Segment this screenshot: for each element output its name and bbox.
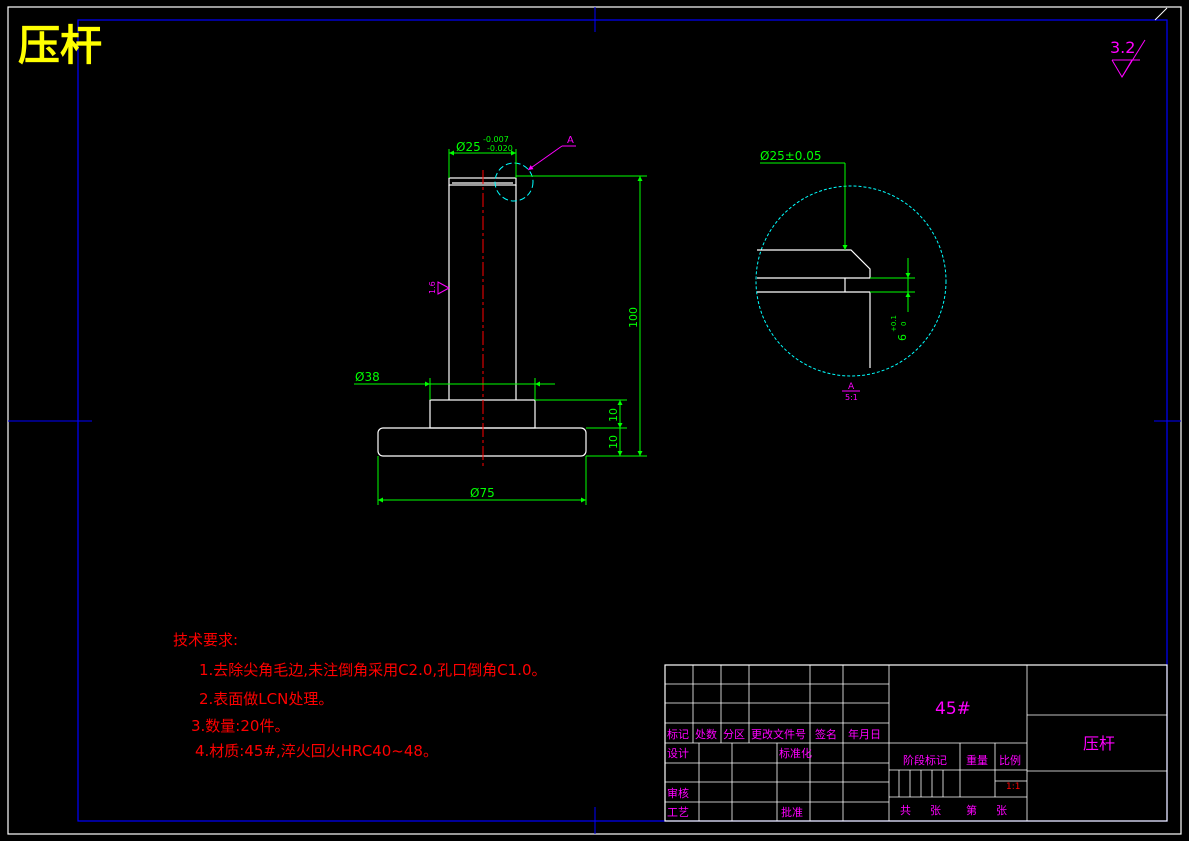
main-view-part-outline <box>377 177 587 457</box>
svg-text:处数: 处数 <box>695 728 717 741</box>
svg-text:共: 共 <box>900 804 911 817</box>
svg-text:10: 10 <box>607 435 620 449</box>
svg-text:Ø75: Ø75 <box>470 486 495 500</box>
title-block-part-name: 压杆 <box>1083 734 1115 753</box>
svg-text:0: 0 <box>900 322 908 326</box>
svg-text:张: 张 <box>996 804 1007 817</box>
technical-requirements: 技术要求: 1.去除尖角毛边,未注倒角采用C2.0,孔口倒角C1.0。 2.表面… <box>173 631 547 760</box>
svg-text:1.6: 1.6 <box>428 281 437 294</box>
svg-text:分区: 分区 <box>723 728 745 741</box>
svg-text:年月日: 年月日 <box>848 727 881 741</box>
svg-text:设计: 设计 <box>667 747 689 760</box>
tech-note-1: 1.去除尖角毛边,未注倒角采用C2.0,孔口倒角C1.0。 <box>199 661 547 679</box>
svg-text:-0.007: -0.007 <box>483 135 509 144</box>
tech-note-3: 3.数量:20件。 <box>191 717 289 735</box>
svg-text:Ø38: Ø38 <box>355 370 380 384</box>
svg-text:100: 100 <box>627 307 640 328</box>
svg-text:比例: 比例 <box>999 753 1021 767</box>
svg-text:A: A <box>567 135 574 146</box>
dim-flange-diameter: Ø38 <box>354 370 555 400</box>
detail-ref-circle <box>494 162 534 202</box>
title-block: 标记 处数 分区 更改文件号 签名 年月日 设计 标准化 审核 工艺 批准 阶段… <box>664 664 1168 822</box>
dim-total-height: 100 <box>516 175 647 457</box>
roughness-symbol-local: 1.6 <box>428 281 450 295</box>
svg-text:10: 10 <box>607 408 620 422</box>
tech-note-2: 2.表面做LCN处理。 <box>199 690 333 708</box>
svg-text:+0.1: +0.1 <box>890 315 898 332</box>
svg-text:Ø25: Ø25 <box>456 140 481 154</box>
svg-text:标准化: 标准化 <box>779 746 812 760</box>
svg-text:批准: 批准 <box>781 805 803 819</box>
title-block-material: 45# <box>935 699 971 719</box>
svg-text:-0.020: -0.020 <box>487 144 513 153</box>
detail-view: Ø25±0.05 6 +0.1 0 A 5:1 <box>755 149 947 402</box>
svg-text:标记: 标记 <box>667 727 689 741</box>
svg-text:3.2: 3.2 <box>1110 38 1135 57</box>
drawing-title: 压杆 <box>18 21 102 70</box>
drawing-frame <box>7 6 1182 835</box>
roughness-symbol-global: 3.2 <box>1110 38 1146 78</box>
svg-text:签名: 签名 <box>815 727 837 741</box>
svg-text:Ø25±0.05: Ø25±0.05 <box>760 149 822 163</box>
svg-text:第: 第 <box>966 803 977 817</box>
svg-text:工艺: 工艺 <box>667 806 689 819</box>
svg-text:张: 张 <box>930 804 941 817</box>
detail-ref-leader: A <box>527 135 576 171</box>
svg-text:审核: 审核 <box>667 786 689 800</box>
dim-base-diameter: Ø75 <box>377 456 587 505</box>
svg-text:6: 6 <box>896 334 909 341</box>
svg-text:5:1: 5:1 <box>845 393 858 402</box>
svg-text:更改文件号: 更改文件号 <box>751 727 806 741</box>
svg-text:阶段标记: 阶段标记 <box>903 753 947 767</box>
svg-text:1:1: 1:1 <box>1006 782 1020 792</box>
tech-note-4: 4.材质:45#,淬火回火HRC40~48。 <box>195 742 438 760</box>
tech-notes-heading: 技术要求: <box>173 631 238 649</box>
svg-text:重量: 重量 <box>966 753 988 767</box>
